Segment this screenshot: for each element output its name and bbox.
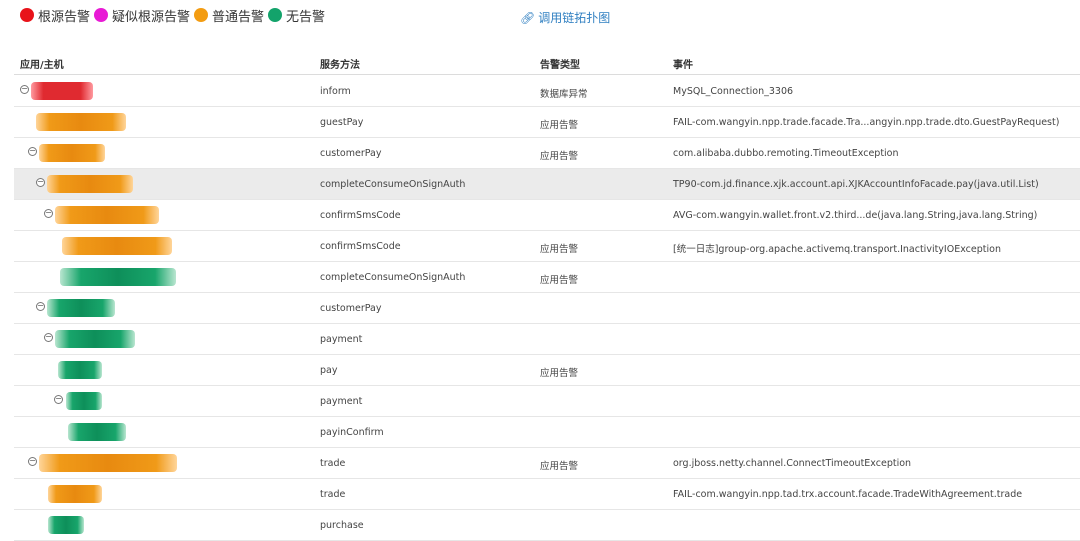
table-row[interactable]: trade FAIL-com.wangyin.npp.tad.trx.accou… — [14, 479, 1080, 510]
method-cell: purchase — [320, 520, 364, 531]
method-cell: payment — [320, 396, 363, 407]
event-cell: FAIL-com.wangyin.npp.tad.trx.account.fac… — [673, 489, 1023, 500]
method-cell: payinConfirm — [320, 427, 384, 438]
method-cell: trade — [320, 489, 346, 500]
legend-label: 疑似根源告警 — [112, 9, 191, 25]
table-row[interactable]: − payment — [14, 324, 1080, 355]
collapse-toggle-icon[interactable]: − — [28, 147, 37, 156]
host-name-redacted — [31, 82, 93, 100]
alert-type-cell: 应用告警 — [540, 151, 579, 162]
method-cell: customerPay — [320, 303, 382, 314]
legend-root-alert: 根源告警 — [20, 6, 90, 25]
event-cell: com.alibaba.dubbo.remoting.TimeoutExcept… — [673, 148, 899, 159]
event-cell: AVG-com.wangyin.wallet.front.v2.third...… — [673, 210, 1038, 221]
host-name-redacted — [48, 485, 102, 503]
link-icon: 🔗︎ — [520, 10, 536, 25]
method-cell: confirmSmsCode — [320, 241, 401, 252]
alert-type-cell: 应用告警 — [540, 275, 579, 286]
method-cell: customerPay — [320, 148, 382, 159]
collapse-toggle-icon[interactable]: − — [20, 85, 29, 94]
host-name-redacted — [47, 299, 115, 317]
method-cell: inform — [320, 86, 351, 97]
collapse-toggle-icon[interactable]: − — [36, 302, 45, 311]
alert-tree-table: − inform 数据库异常 MySQL_Connection_3306 gue… — [14, 76, 1080, 541]
host-name-redacted — [48, 516, 84, 534]
host-name-redacted — [36, 113, 126, 131]
table-row[interactable]: − completeConsumeOnSignAuth TP90-com.jd.… — [14, 169, 1080, 200]
method-cell: confirmSmsCode — [320, 210, 401, 221]
alert-type-cell: 应用告警 — [540, 120, 579, 131]
table-row[interactable]: payinConfirm — [14, 417, 1080, 448]
legend-label: 无告警 — [286, 9, 326, 25]
normal-alert-dot-icon — [194, 8, 209, 22]
table-row[interactable]: − payment — [14, 386, 1080, 417]
table-row[interactable]: guestPay 应用告警 FAIL-com.wangyin.npp.trade… — [14, 107, 1080, 138]
legend-label: 根源告警 — [38, 9, 91, 25]
collapse-toggle-icon[interactable]: − — [54, 395, 63, 404]
method-cell: pay — [320, 365, 338, 376]
legend-label: 普通告警 — [212, 9, 265, 25]
header-alert-type: 告警类型 — [540, 60, 580, 71]
method-cell: completeConsumeOnSignAuth — [320, 272, 466, 283]
host-name-redacted — [55, 330, 135, 348]
no-alert-dot-icon — [268, 8, 283, 22]
alert-type-cell: 数据库异常 — [540, 89, 588, 100]
alert-type-cell: 应用告警 — [540, 461, 579, 472]
table-header: 应用/主机 服务方法 告警类型 事件 — [14, 52, 1080, 75]
alert-type-cell: 应用告警 — [540, 368, 579, 379]
collapse-toggle-icon[interactable]: − — [28, 457, 37, 466]
table-row[interactable]: − customerPay 应用告警 com.alibaba.dubbo.rem… — [14, 138, 1080, 169]
host-name-redacted — [66, 392, 102, 410]
table-row[interactable]: − confirmSmsCode AVG-com.wangyin.wallet.… — [14, 200, 1080, 231]
host-name-redacted — [55, 206, 159, 224]
legend-normal-alert: 普通告警 — [194, 6, 264, 25]
method-cell: guestPay — [320, 117, 364, 128]
event-cell: [统一日志]group-org.apache.activemq.transpor… — [673, 244, 1001, 255]
table-row[interactable]: − customerPay — [14, 293, 1080, 324]
host-name-redacted — [68, 423, 126, 441]
method-cell: completeConsumeOnSignAuth — [320, 179, 466, 190]
root-alert-dot-icon — [20, 8, 34, 22]
alert-legend: 根源告警 疑似根源告警 普通告警 无告警 — [20, 6, 329, 25]
host-name-redacted — [62, 237, 172, 255]
table-row[interactable]: confirmSmsCode 应用告警 [统一日志]group-org.apac… — [14, 231, 1080, 262]
header-host: 应用/主机 — [20, 60, 64, 71]
table-row[interactable]: purchase — [14, 510, 1080, 541]
suspected-root-alert-dot-icon — [94, 8, 109, 22]
header-event: 事件 — [673, 60, 693, 71]
alert-type-cell: 应用告警 — [540, 244, 579, 255]
method-cell: payment — [320, 334, 363, 345]
header-method: 服务方法 — [320, 60, 360, 71]
table-row[interactable]: − inform 数据库异常 MySQL_Connection_3306 — [14, 76, 1080, 107]
table-row[interactable]: completeConsumeOnSignAuth 应用告警 — [14, 262, 1080, 293]
method-cell: trade — [320, 458, 346, 469]
event-cell: FAIL-com.wangyin.npp.trade.facade.Tra...… — [673, 117, 1060, 128]
collapse-toggle-icon[interactable]: − — [44, 333, 53, 342]
topology-link-label: 调用链拓扑图 — [538, 11, 611, 25]
host-name-redacted — [60, 268, 176, 286]
event-cell: MySQL_Connection_3306 — [673, 86, 794, 97]
table-row[interactable]: − trade 应用告警 org.jboss.netty.channel.Con… — [14, 448, 1080, 479]
legend-no-alert: 无告警 — [268, 6, 325, 25]
collapse-toggle-icon[interactable]: − — [36, 178, 45, 187]
event-cell: TP90-com.jd.finance.xjk.account.api.XJKA… — [673, 179, 1039, 190]
legend-suspected-root-alert: 疑似根源告警 — [94, 6, 190, 25]
event-cell: org.jboss.netty.channel.ConnectTimeoutEx… — [673, 458, 912, 469]
host-name-redacted — [39, 454, 177, 472]
collapse-toggle-icon[interactable]: − — [44, 209, 53, 218]
host-name-redacted — [58, 361, 102, 379]
call-chain-topology-link[interactable]: 🔗︎ 调用链拓扑图 — [520, 9, 610, 26]
host-name-redacted — [47, 175, 133, 193]
host-name-redacted — [39, 144, 105, 162]
table-row[interactable]: pay 应用告警 — [14, 355, 1080, 386]
